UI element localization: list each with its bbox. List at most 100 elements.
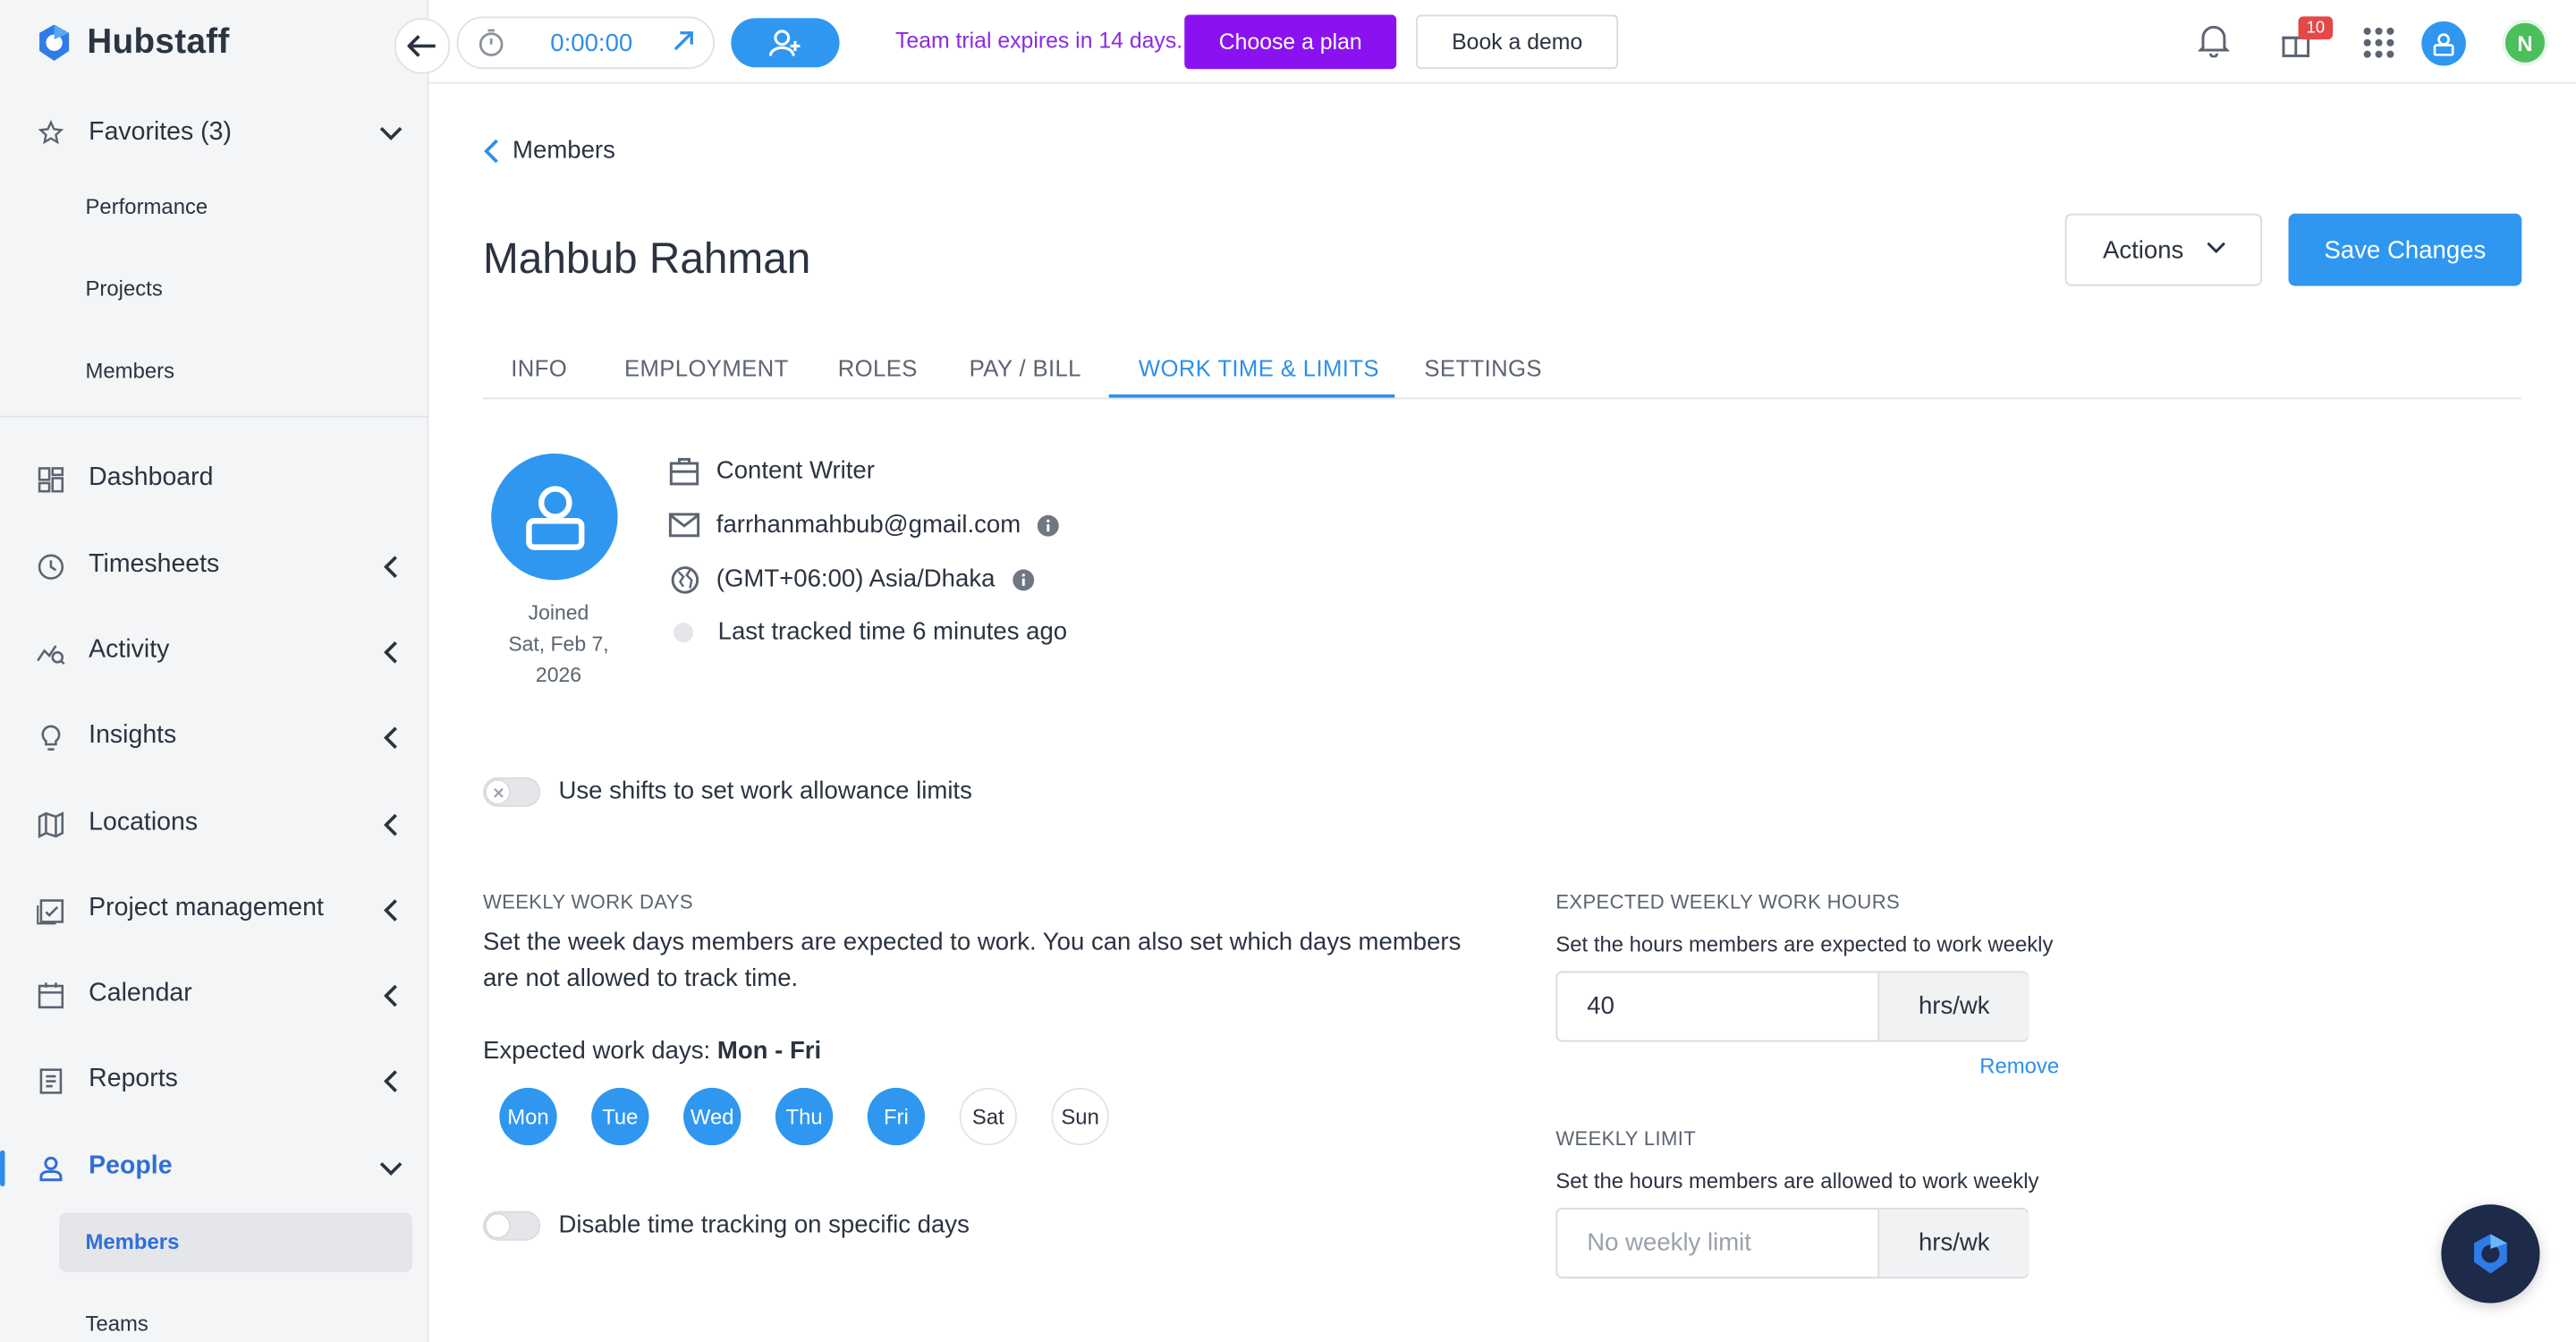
sidebar-item-label: Locations (89, 808, 199, 837)
back-button[interactable] (394, 18, 451, 74)
weekly-limit-heading: WEEKLY LIMIT (1555, 1126, 1697, 1151)
invite-member-button[interactable] (731, 18, 840, 68)
favorite-performance[interactable]: Performance (86, 194, 208, 219)
hubstaff-logo-icon (39, 24, 70, 61)
sidebar-item-dashboard[interactable]: Dashboard (0, 447, 428, 513)
active-tab-indicator (1108, 394, 1395, 398)
sidebar-item-teams[interactable]: Teams (86, 1312, 148, 1337)
day-tue[interactable]: Tue (591, 1087, 649, 1146)
top-bar: 0:00:00 Team trial expires in 14 days. C… (394, 0, 2576, 84)
chevron-down-icon (379, 126, 402, 140)
day-thu[interactable]: Thu (775, 1087, 834, 1146)
sidebar-item-label: Reports (89, 1065, 178, 1093)
expected-work-days-value: Mon - Fri (716, 1036, 822, 1066)
chevron-left-icon (384, 813, 397, 837)
shifts-toggle[interactable] (482, 777, 541, 807)
sidebar-item-insights[interactable]: Insights (0, 705, 428, 770)
page-title: Mahbub Rahman (482, 233, 811, 283)
sidebar-item-members[interactable]: Members (59, 1212, 413, 1272)
arrow-up-right-icon[interactable] (672, 30, 695, 53)
tab-info[interactable]: INFO (511, 355, 567, 381)
globe-icon (670, 565, 699, 593)
dashboard-icon (38, 467, 64, 493)
info-icon[interactable] (1038, 514, 1061, 537)
day-mon[interactable]: Mon (499, 1087, 557, 1146)
expected-hours-input[interactable]: 40 hrs/wk (1555, 971, 2029, 1042)
sidebar-item-people[interactable]: People (0, 1135, 428, 1201)
book-demo-button[interactable]: Book a demo (1416, 14, 1619, 70)
breadcrumb-label: Members (513, 136, 615, 165)
sidebar-favorites[interactable]: Favorites (3) (0, 102, 428, 165)
briefcase-icon (669, 456, 699, 485)
joined-info: Joined Sat, Feb 7, 2026 (483, 599, 634, 692)
hubstaff-chat-icon (2474, 1234, 2507, 1274)
sidebar-item-label: Project management (89, 894, 324, 922)
weekly-limit-input[interactable]: No weekly limit hrs/wk (1555, 1207, 2029, 1278)
weekly-limit-placeholder: No weekly limit (1587, 1228, 1751, 1258)
chevron-left-icon (384, 984, 397, 1007)
chat-support-button[interactable] (2441, 1204, 2540, 1304)
sidebar-item-label: Activity (89, 635, 170, 665)
chevron-left-icon (384, 641, 397, 664)
tab-work-time-limits[interactable]: WORK TIME & LIMITS (1139, 355, 1379, 381)
email-row: farrhanmahbub@gmail.com (668, 509, 1061, 540)
timer-widget[interactable]: 0:00:00 (456, 16, 715, 70)
breadcrumb[interactable]: Members (483, 136, 615, 165)
sidebar-item-timesheets[interactable]: Timesheets (0, 534, 428, 599)
sidebar-item-calendar[interactable]: Calendar (0, 963, 428, 1028)
email-text: farrhanmahbub@gmail.com (716, 511, 1021, 539)
profile-avatar (491, 453, 618, 581)
sidebar-item-locations[interactable]: Locations (0, 792, 428, 857)
sidebar-item-reports[interactable]: Reports (0, 1049, 428, 1114)
expected-hours-heading: EXPECTED WEEKLY WORK HOURS (1555, 890, 1901, 914)
hubstaff-logo[interactable]: Hubstaff (33, 21, 230, 64)
remove-expected-hours-link[interactable]: Remove (1979, 1053, 2059, 1078)
report-icon (39, 1068, 63, 1094)
brand-name: Hubstaff (87, 22, 230, 61)
tab-employment[interactable]: EMPLOYMENT (624, 355, 789, 381)
actions-dropdown[interactable]: Actions (2064, 213, 2263, 286)
timezone-row: (GMT+06:00) Asia/Dhaka (669, 564, 1035, 595)
expected-hours-description: Set the hours members are expected to wo… (1555, 931, 2054, 956)
expected-hours-value: 40 (1587, 992, 1614, 1021)
day-selector: Mon Tue Wed Thu Fri Sat Sun (499, 1087, 1109, 1146)
sidebar-item-activity[interactable]: Activity (0, 619, 428, 684)
tab-roles[interactable]: ROLES (838, 355, 918, 381)
favorite-projects[interactable]: Projects (86, 276, 163, 302)
user-icon (2433, 32, 2454, 55)
gift-badge: 10 (2298, 16, 2334, 40)
avatar[interactable]: N (2502, 20, 2548, 66)
sidebar-item-label: Calendar (89, 979, 192, 1007)
tab-pay-bill[interactable]: PAY / BILL (970, 355, 1081, 381)
day-sun[interactable]: Sun (1051, 1087, 1109, 1146)
add-user-icon (768, 30, 801, 56)
tab-settings[interactable]: SETTINGS (1424, 355, 1542, 381)
user-icon (525, 485, 584, 549)
role-text: Content Writer (716, 456, 875, 485)
timer-value: 0:00:00 (550, 30, 633, 58)
role-row: Content Writer (669, 455, 875, 487)
sidebar-item-project-management[interactable]: Project management (0, 878, 428, 943)
last-tracked-text: Last tracked time 6 minutes ago (717, 617, 1068, 646)
bell-icon[interactable] (2198, 23, 2230, 58)
user-menu-button[interactable] (2421, 21, 2466, 66)
favorites-label: Favorites (3) (89, 118, 232, 147)
info-icon[interactable] (1012, 568, 1035, 591)
apps-grid-icon[interactable] (2362, 26, 2395, 59)
day-fri[interactable]: Fri (867, 1087, 926, 1146)
arrow-left-icon (407, 35, 436, 57)
activity-icon (37, 645, 65, 665)
mail-icon (668, 513, 700, 538)
save-changes-button[interactable]: Save Changes (2288, 213, 2522, 286)
hours-unit-label: hrs/wk (1877, 973, 2029, 1040)
expected-work-days-label: Expected work days: (482, 1036, 717, 1066)
choose-plan-button[interactable]: Choose a plan (1184, 14, 1397, 70)
timezone-text: (GMT+06:00) Asia/Dhaka (716, 565, 996, 594)
favorite-members[interactable]: Members (86, 358, 175, 383)
day-sat[interactable]: Sat (959, 1087, 1017, 1146)
sidebar-divider (0, 415, 429, 418)
sidebar-item-label: Insights (89, 721, 177, 750)
disable-tracking-toggle[interactable] (482, 1210, 541, 1241)
members-label: Members (85, 1228, 180, 1254)
day-wed[interactable]: Wed (683, 1087, 741, 1146)
